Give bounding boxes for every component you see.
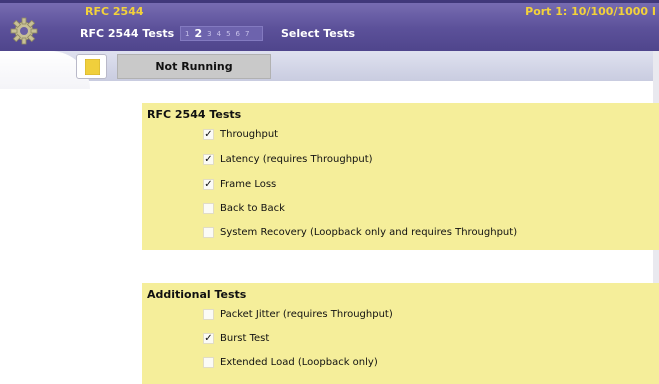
page-tab-4[interactable]: 4: [217, 30, 221, 38]
option-label: Extended Load (Loopback only): [220, 356, 378, 368]
checkbox-latency[interactable]: ✓: [203, 153, 214, 165]
page-tab-2[interactable]: 2: [194, 27, 202, 40]
option-label: Packet Jitter (requires Throughput): [220, 308, 393, 320]
checkbox-extended-load[interactable]: [203, 356, 214, 368]
option-back-to-back[interactable]: Back to Back: [203, 201, 285, 215]
checkmark-icon: ✓: [204, 178, 213, 190]
option-label: Frame Loss: [220, 178, 277, 190]
option-label: Throughput: [220, 128, 279, 140]
section-title: Additional Tests: [147, 288, 247, 301]
status-badge: Not Running: [117, 54, 271, 79]
page-tab-5[interactable]: 5: [226, 30, 230, 38]
additional-tests-section: Additional Tests Packet Jitter (requires…: [142, 283, 659, 384]
page-tab-7[interactable]: 7: [245, 30, 249, 38]
option-label: System Recovery (Loopback only and requi…: [220, 226, 518, 238]
option-latency[interactable]: ✓ Latency (requires Throughput): [203, 152, 373, 166]
checkmark-icon: ✓: [204, 153, 213, 165]
checkmark-icon: ✓: [204, 128, 213, 140]
option-frame-loss[interactable]: ✓ Frame Loss: [203, 177, 276, 191]
checkbox-burst-test[interactable]: ✓: [203, 332, 214, 344]
checkbox-throughput[interactable]: ✓: [203, 128, 214, 140]
option-packet-jitter[interactable]: Packet Jitter (requires Throughput): [203, 307, 393, 321]
option-label: Back to Back: [220, 202, 285, 214]
page-tab-6[interactable]: 6: [236, 30, 240, 38]
section-title: RFC 2544 Tests: [147, 108, 242, 121]
bookmark-icon: [85, 59, 100, 75]
option-extended-load[interactable]: Extended Load (Loopback only): [203, 355, 378, 369]
option-label: Latency (requires Throughput): [220, 153, 373, 165]
checkbox-packet-jitter[interactable]: [203, 308, 214, 320]
port-label: Port 1: 10/100/1000 I: [525, 5, 656, 18]
page-title: RFC 2544 Tests: [80, 27, 175, 40]
option-burst-test[interactable]: ✓ Burst Test: [203, 331, 269, 345]
header-top-line: [0, 0, 659, 3]
page-tabs: 1 2 3 4 5 6 7: [180, 26, 263, 41]
option-label: Burst Test: [220, 332, 270, 344]
rfc2544-tests-section: RFC 2544 Tests ✓ Throughput ✓ Latency (r…: [142, 103, 659, 250]
option-system-recovery[interactable]: System Recovery (Loopback only and requi…: [203, 225, 517, 239]
app-title: RFC 2544: [85, 5, 144, 18]
option-throughput[interactable]: ✓ Throughput: [203, 127, 278, 141]
page-tab-3[interactable]: 3: [207, 30, 211, 38]
checkbox-frame-loss[interactable]: ✓: [203, 178, 214, 190]
gear-icon[interactable]: [9, 16, 39, 46]
checkbox-system-recovery[interactable]: [203, 226, 214, 238]
checkbox-back-to-back[interactable]: [203, 202, 214, 214]
step-title: Select Tests: [281, 27, 356, 40]
bookmark-button[interactable]: [76, 54, 107, 79]
checkmark-icon: ✓: [204, 332, 213, 344]
page-tab-1[interactable]: 1: [185, 30, 189, 38]
